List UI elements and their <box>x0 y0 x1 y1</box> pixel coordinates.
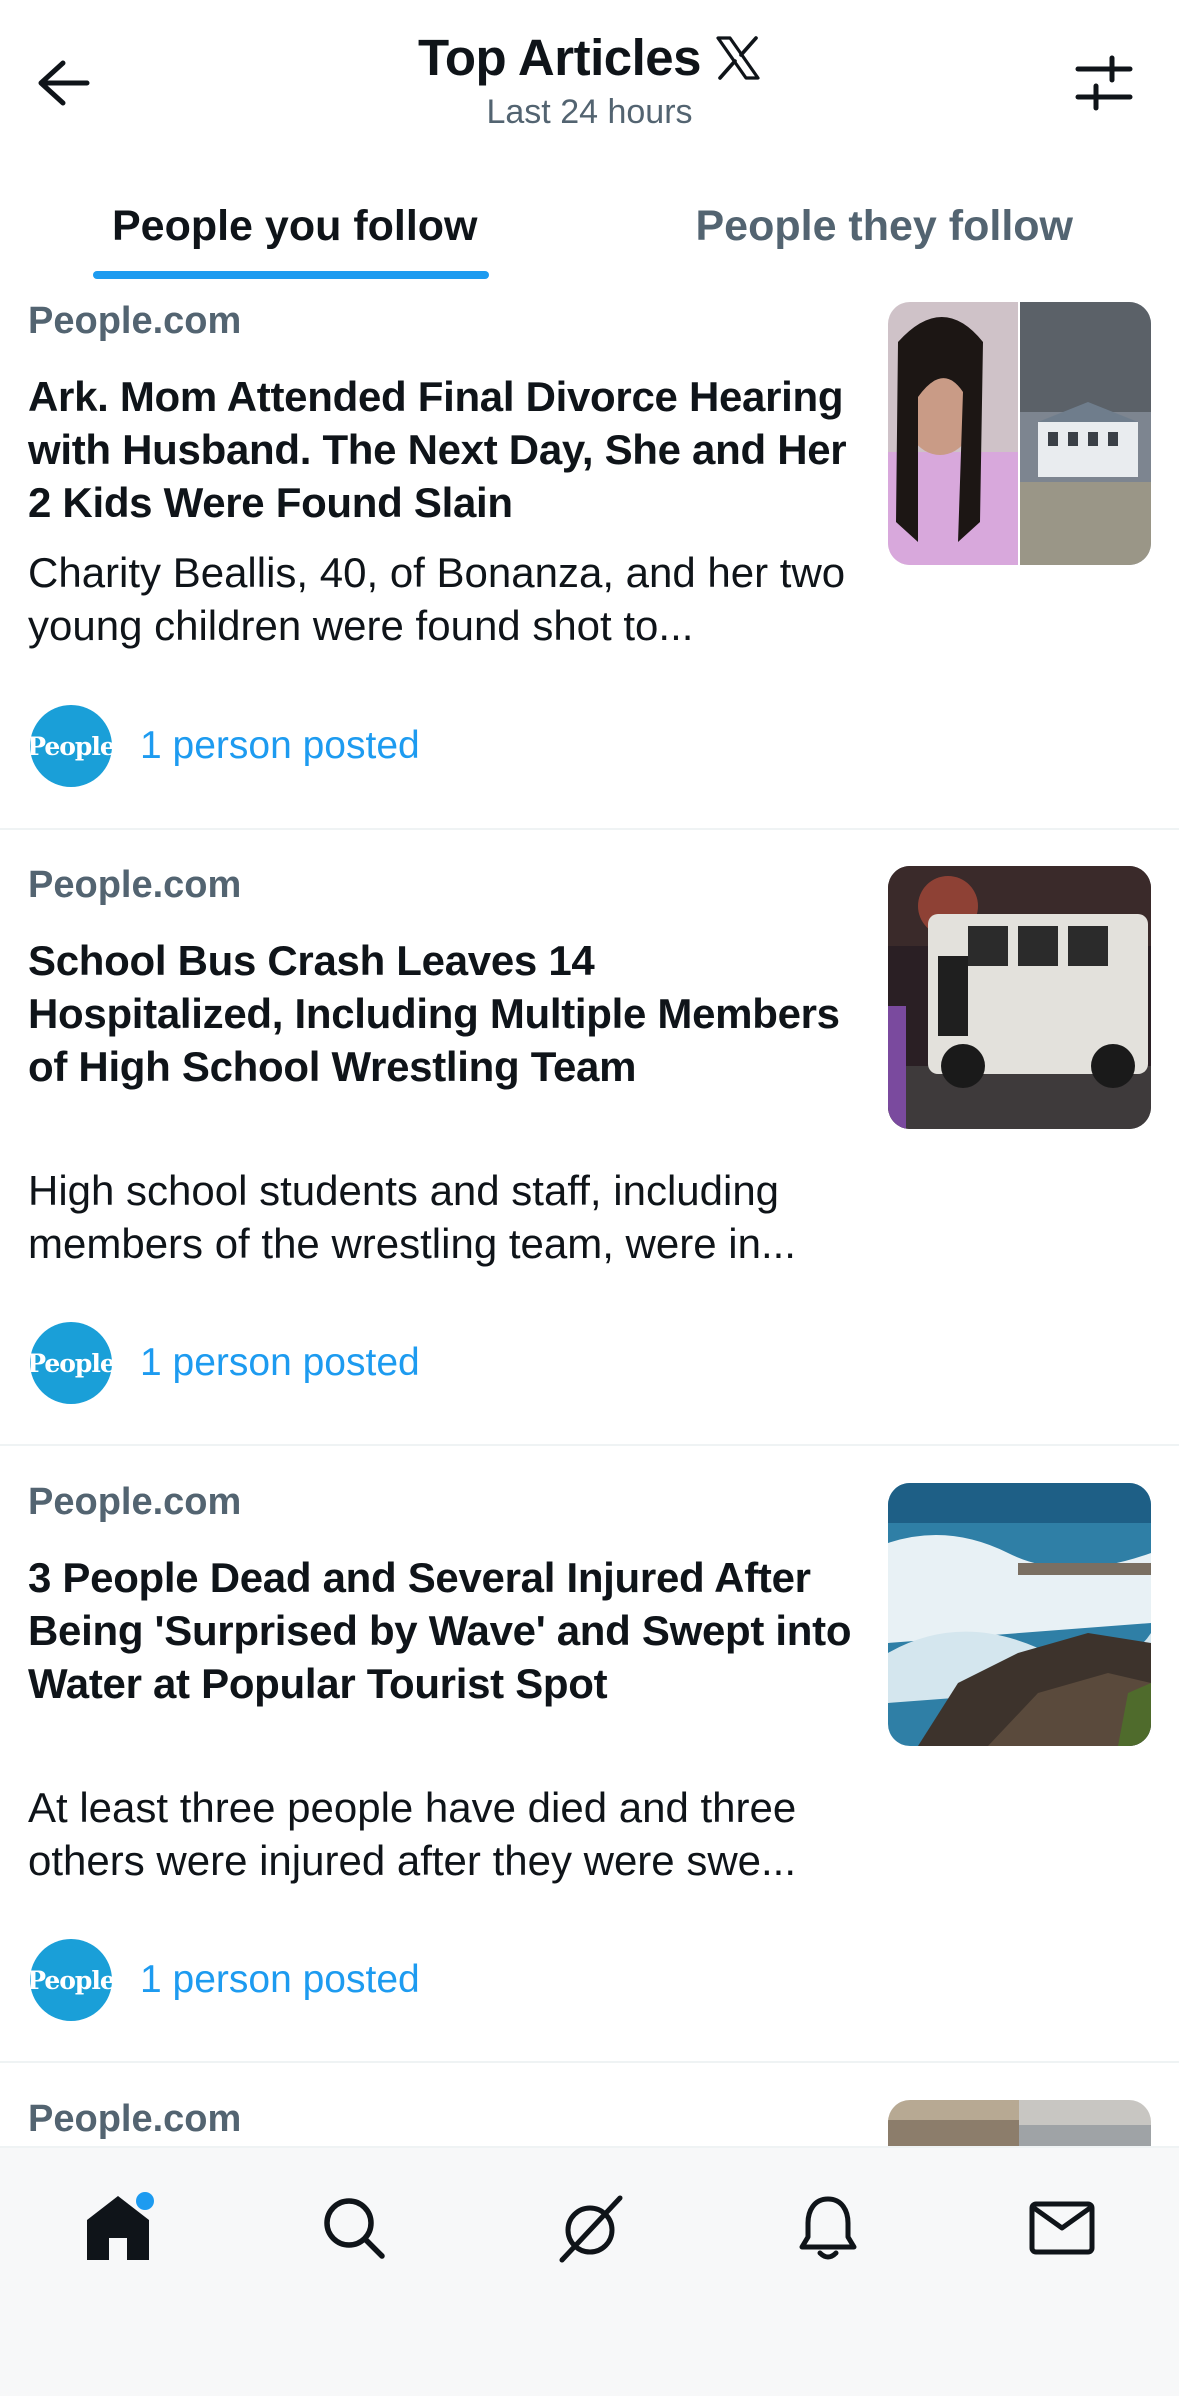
grok-icon <box>559 2195 623 2263</box>
bell-icon <box>799 2196 857 2260</box>
nav-messages[interactable] <box>1012 2178 1112 2278</box>
posted-row[interactable]: People 1 person posted <box>27 1939 420 2021</box>
tab-label: People you follow <box>111 201 478 250</box>
bottom-nav <box>0 2146 1179 2396</box>
sliders-icon <box>1075 55 1133 111</box>
article-card[interactable]: People.com School Bus Crash Leaves 14 Ho… <box>0 864 1179 1446</box>
article-card[interactable]: People.com Ark. Mom Attended Final Divor… <box>0 300 1179 830</box>
page-subtitle: Last 24 hours <box>486 93 693 131</box>
avatar: People <box>27 1322 116 1404</box>
posted-count: 1 person posted <box>140 724 420 767</box>
article-source: People.com <box>28 2098 242 2140</box>
page-title: Top Articles <box>417 29 702 86</box>
tab-bar: People you follow People they follow <box>0 170 1179 282</box>
x-logo-icon <box>716 35 760 80</box>
header: Top Articles Last 24 hours <box>0 0 1179 170</box>
article-thumbnail <box>888 1483 1151 1746</box>
article-headline: School Bus Crash Leaves 14 Hospitalized,… <box>28 937 840 1090</box>
article-source: People.com <box>28 300 242 342</box>
tab-label: People they follow <box>695 201 1074 250</box>
mail-icon <box>1029 2201 1095 2255</box>
posted-count: 1 person posted <box>140 1958 420 2001</box>
article-headline: 3 People Dead and Several Injured After … <box>28 1554 852 1707</box>
article-headline: Ark. Mom Attended Final Divorce Hearing … <box>28 373 847 526</box>
avatar: People <box>27 1939 116 2021</box>
active-tab-indicator <box>93 271 489 279</box>
article-source: People.com <box>28 1481 242 1523</box>
nav-home[interactable] <box>68 2178 168 2278</box>
article-thumbnail <box>888 866 1151 1129</box>
filter-button[interactable] <box>1069 48 1139 118</box>
nav-search[interactable] <box>304 2178 404 2278</box>
nav-grok[interactable] <box>540 2178 640 2278</box>
avatar: People <box>27 705 116 787</box>
article-summary: Charity Beallis, 40, of Bonanza, and her… <box>28 549 846 649</box>
article-source: People.com <box>28 864 242 906</box>
article-summary: High school students and staff, includin… <box>28 1167 796 1267</box>
posted-row[interactable]: People 1 person posted <box>27 705 420 787</box>
nav-notifications[interactable] <box>778 2178 878 2278</box>
tab-people-you-follow[interactable]: People you follow <box>0 170 590 282</box>
article-thumbnail <box>888 302 1151 565</box>
notification-dot <box>136 2192 154 2210</box>
tab-people-they-follow[interactable]: People they follow <box>590 170 1179 282</box>
posted-count: 1 person posted <box>140 1341 420 1384</box>
header-title-block: Top Articles Last 24 hours <box>0 28 1179 132</box>
article-card[interactable]: People.com 3 People Dead and Several Inj… <box>0 1481 1179 2063</box>
search-icon <box>324 2198 385 2259</box>
article-summary: At least three people have died and thre… <box>28 1784 797 1884</box>
posted-row[interactable]: People 1 person posted <box>27 1322 420 1404</box>
